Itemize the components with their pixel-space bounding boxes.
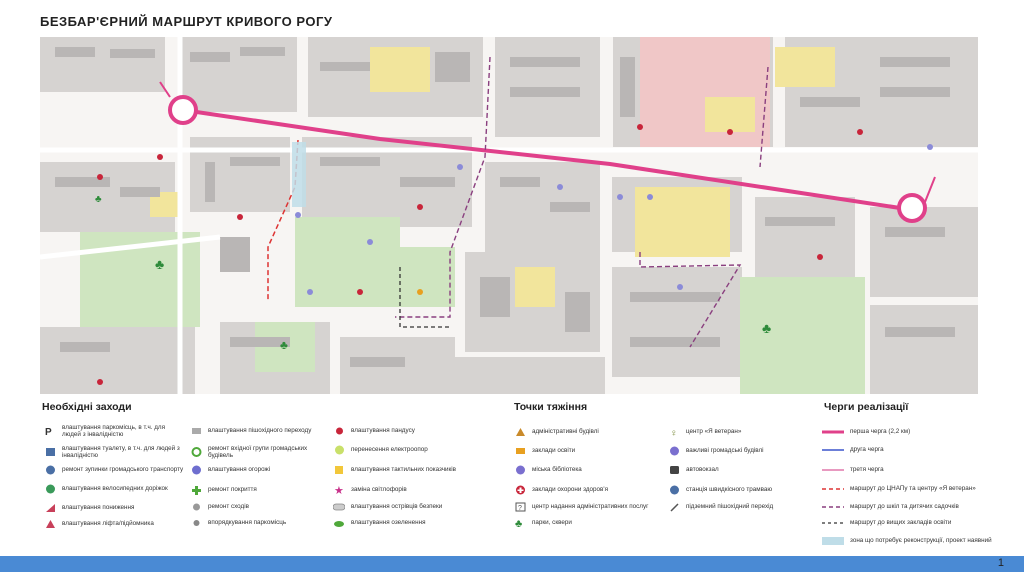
greening-icon — [333, 518, 345, 528]
library-icon — [514, 465, 526, 475]
legend-parking-disabled: Pвлаштування паркомісць, в т.ч. для люде… — [44, 424, 166, 439]
legend-attractions-heading: Точки тяжіння — [514, 401, 588, 413]
reconstruction-zone — [292, 142, 306, 207]
legend-lift: влаштування ліфта/підйомника — [44, 519, 184, 529]
parking-order-icon — [190, 518, 202, 528]
safety-island-icon — [333, 502, 345, 512]
svg-text:♣: ♣ — [95, 194, 102, 205]
traffic-light-icon: ★ — [333, 485, 345, 495]
bike-path-icon — [44, 484, 56, 494]
svg-text:♣: ♣ — [762, 320, 771, 336]
roundabout-east — [897, 193, 927, 223]
veteran-center-icon: ♀ — [668, 427, 680, 437]
legend-underpass: підземний пішохідний перехід — [668, 502, 808, 512]
pole-relocation-icon — [333, 445, 345, 455]
cnap-icon: ? — [514, 502, 526, 512]
legend-reconstruction-zone: зона що потребує реконструкції, проект н… — [822, 536, 1002, 546]
legend-stairs-repair: ремонт сходів — [190, 502, 330, 512]
lift-icon — [44, 519, 56, 529]
ramp-icon — [333, 426, 345, 436]
legend-phases-heading: Черги реалізації — [824, 401, 909, 413]
legend-route-schools: маршрут до шкіл та дитячих садочків — [822, 503, 959, 511]
svg-text:P: P — [45, 427, 52, 436]
legend-toilet: влаштування туалету, в т.ч. для людей з … — [44, 445, 184, 459]
public-building-icon — [668, 446, 680, 456]
legend-bus-station: автовокзал — [668, 465, 808, 475]
legend-phase-3: третя черга — [822, 466, 884, 474]
education-icon — [514, 446, 526, 456]
underpass-icon — [668, 502, 680, 512]
admin-building-icon — [514, 427, 526, 437]
legend-park: ♣ парки, сквери — [514, 518, 572, 528]
route-map[interactable]: ♣ ♣ ♣ ♣ — [40, 37, 978, 394]
svg-text:?: ? — [518, 505, 522, 512]
legend-phase-2: друга черга — [822, 446, 884, 454]
surface-repair-icon — [190, 485, 202, 495]
bus-stop-icon — [44, 465, 56, 475]
park-icon: ♣ — [514, 518, 526, 528]
legend-cnap: ? центр надання адміністративних послуг — [514, 502, 664, 512]
legend-fence: влаштування огорожі — [190, 465, 330, 475]
svg-text:♣: ♣ — [280, 338, 288, 352]
footer-bar — [0, 556, 1024, 572]
legend-route-cnap: маршрут до ЦНАПу та центру «Я ветеран» — [822, 485, 976, 493]
legend-phase-1: перша черга (2,2 км) — [822, 428, 911, 436]
legend-crosswalk: влаштування пішохідного переходу — [190, 426, 330, 436]
tactile-icon — [333, 465, 345, 475]
legend-admin-building: адміністративні будівлі — [514, 427, 664, 437]
legend-greening: влаштування озеленення — [333, 518, 483, 528]
svg-text:★: ★ — [334, 485, 344, 495]
legend-ramp: влаштування пандусу — [333, 426, 483, 436]
health-icon — [514, 485, 526, 495]
legend-entrance-repair: ремонт вхідної групи громадських будівел… — [190, 445, 330, 459]
toilet-icon — [44, 447, 56, 457]
fence-icon — [190, 465, 202, 475]
legend-veteran-center: ♀ центр «Я ветеран» — [668, 427, 742, 437]
svg-text:♀: ♀ — [670, 428, 678, 437]
legend-traffic-light: ★ заміна світлофорів — [333, 485, 407, 495]
legend-safety-island: влаштування острівців безпеки — [333, 502, 483, 512]
legend-curb-lowering: влаштування пониження — [44, 503, 184, 513]
legend-tram: станція швидкісного трамваю — [668, 485, 808, 495]
legend-bus-stop: ремонт зупинки громадського транспорту — [44, 465, 184, 475]
roundabout-west — [168, 95, 198, 125]
curb-lowering-icon — [44, 503, 56, 513]
legend-parking-order: впорядкування паркомісць — [190, 518, 330, 528]
svg-text:♣: ♣ — [515, 518, 522, 528]
legend-library: міська бібліотека — [514, 465, 664, 475]
legend-bike-path: влаштування велосипедних доріжок — [44, 484, 184, 494]
page-number: 1 — [997, 557, 1004, 569]
legend-route-universities: маршрут до вищих закладів освіти — [822, 519, 952, 527]
stairs-repair-icon — [190, 502, 202, 512]
tram-icon — [668, 485, 680, 495]
entrance-repair-icon — [190, 447, 202, 458]
legend-surface-repair: ремонт покриття — [190, 485, 330, 495]
crosswalk-icon — [190, 426, 202, 436]
bus-station-icon — [668, 465, 680, 475]
legend-pole-relocation: перенесення електроопор — [333, 445, 483, 455]
page-title: БЕЗБАР'ЄРНИЙ МАРШРУТ КРИВОГО РОГУ — [40, 14, 333, 29]
legend-education: заклади освіти — [514, 446, 664, 456]
legend-health: заклади охорони здоров'я — [514, 485, 664, 495]
legend-public-building: важливі громадські будівлі — [668, 446, 808, 456]
parking-disabled-icon: P — [44, 426, 56, 436]
legend-tactile: влаштування тактильних показчиків — [333, 465, 483, 475]
legend-measures-heading: Необхідні заходи — [42, 401, 132, 413]
svg-text:♣: ♣ — [155, 256, 164, 272]
